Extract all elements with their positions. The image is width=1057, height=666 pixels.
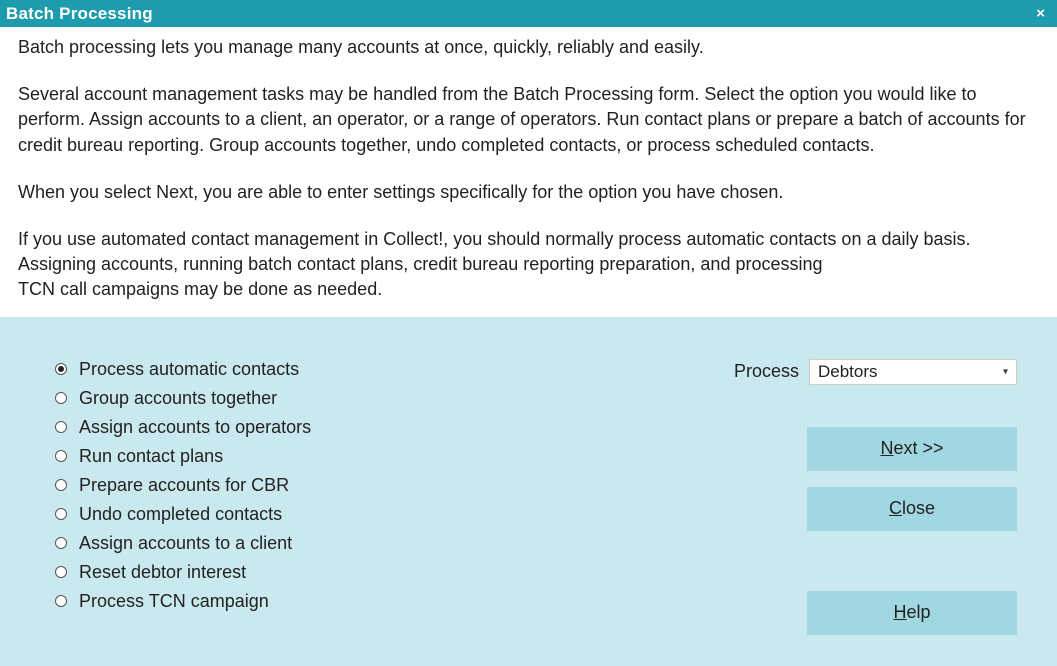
close-button[interactable]: Close: [807, 487, 1017, 531]
option-radio[interactable]: [55, 479, 67, 491]
description-text: Several account management tasks may be …: [18, 82, 1039, 158]
option-radio-row[interactable]: Run contact plans: [55, 446, 311, 467]
option-radio[interactable]: [55, 566, 67, 578]
chevron-down-icon: ▾: [1003, 366, 1008, 377]
option-label[interactable]: Assign accounts to operators: [79, 417, 311, 438]
option-radio-row[interactable]: Undo completed contacts: [55, 504, 311, 525]
button-stack: Next >> Close Help: [667, 427, 1017, 635]
description-text: When you select Next, you are able to en…: [18, 180, 1039, 205]
option-radio[interactable]: [55, 508, 67, 520]
process-row: Process Debtors ▾: [667, 359, 1017, 385]
option-radio-group: Process automatic contacts Group accounts…: [55, 359, 311, 616]
process-dropdown-value: Debtors: [818, 362, 878, 382]
option-radio[interactable]: [55, 537, 67, 549]
options-panel: Process automatic contacts Group accounts…: [0, 317, 1057, 666]
process-dropdown[interactable]: Debtors ▾: [809, 359, 1017, 385]
right-column: Process Debtors ▾ Next >> Close Help: [667, 359, 1017, 616]
option-radio[interactable]: [55, 450, 67, 462]
description-text: If you use automated contact management …: [18, 227, 1039, 277]
titlebar: Batch Processing ×: [0, 0, 1057, 27]
window-title: Batch Processing: [6, 4, 153, 24]
option-label[interactable]: Run contact plans: [79, 446, 223, 467]
option-label[interactable]: Reset debtor interest: [79, 562, 246, 583]
option-radio[interactable]: [55, 363, 67, 375]
option-radio-row[interactable]: Process TCN campaign: [55, 591, 311, 612]
option-label[interactable]: Group accounts together: [79, 388, 277, 409]
option-radio[interactable]: [55, 421, 67, 433]
option-radio-row[interactable]: Prepare accounts for CBR: [55, 475, 311, 496]
close-icon[interactable]: ×: [1032, 4, 1049, 23]
option-radio-row[interactable]: Group accounts together: [55, 388, 311, 409]
option-label[interactable]: Prepare accounts for CBR: [79, 475, 289, 496]
option-label[interactable]: Assign accounts to a client: [79, 533, 292, 554]
option-radio-row[interactable]: Reset debtor interest: [55, 562, 311, 583]
option-radio-row[interactable]: Assign accounts to operators: [55, 417, 311, 438]
process-label: Process: [734, 361, 799, 382]
description-text: TCN call campaigns may be done as needed…: [18, 277, 1039, 302]
description-text: Batch processing lets you manage many ac…: [18, 35, 1039, 60]
help-button[interactable]: Help: [807, 591, 1017, 635]
option-label[interactable]: Process automatic contacts: [79, 359, 299, 380]
option-radio[interactable]: [55, 595, 67, 607]
option-radio-row[interactable]: Assign accounts to a client: [55, 533, 311, 554]
option-radio[interactable]: [55, 392, 67, 404]
description-panel: Batch processing lets you manage many ac…: [0, 27, 1057, 317]
next-button[interactable]: Next >>: [807, 427, 1017, 471]
option-label[interactable]: Undo completed contacts: [79, 504, 282, 525]
option-radio-row[interactable]: Process automatic contacts: [55, 359, 311, 380]
option-label[interactable]: Process TCN campaign: [79, 591, 269, 612]
